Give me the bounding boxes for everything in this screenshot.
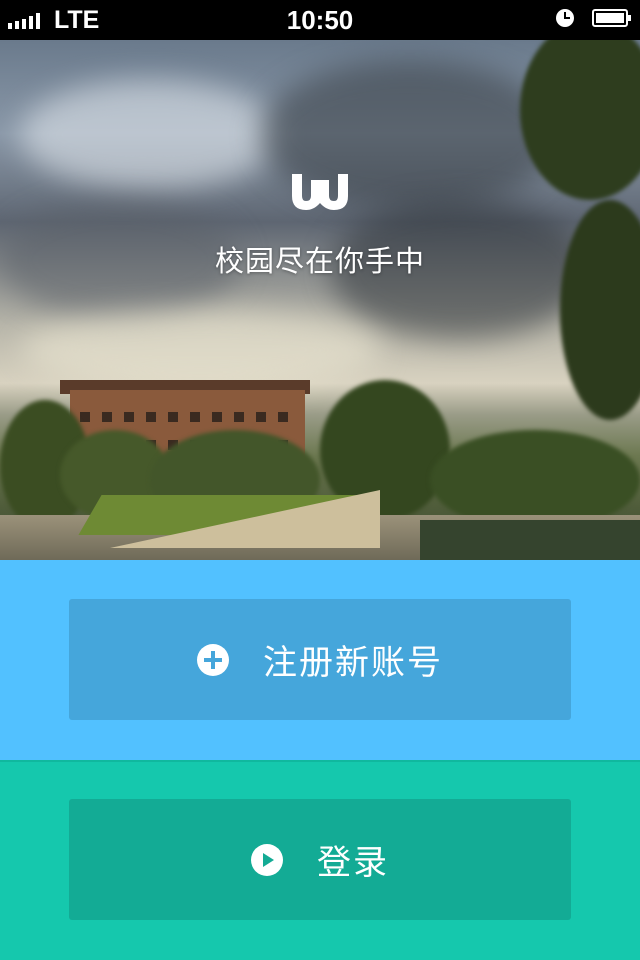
login-section: 登录 bbox=[0, 760, 640, 960]
cloud bbox=[20, 80, 280, 190]
plus-circle-icon bbox=[197, 643, 229, 676]
cloud bbox=[20, 310, 380, 390]
campus-hero-image: 校园尽在你手中 bbox=[0, 40, 640, 560]
login-button[interactable]: 登录 bbox=[69, 799, 571, 920]
tree bbox=[520, 40, 640, 200]
tagline: 校园尽在你手中 bbox=[214, 244, 425, 278]
app-screen: LTE 10:50 校园尽在你手中 注册新账号 登录 bbox=[0, 0, 640, 960]
pond bbox=[420, 520, 640, 560]
alarm-icon bbox=[556, 9, 574, 27]
tree bbox=[560, 200, 640, 420]
register-section: 注册新账号 bbox=[0, 560, 640, 760]
building-windows bbox=[80, 412, 295, 422]
status-time: 10:50 bbox=[286, 5, 354, 35]
play-circle-icon bbox=[251, 843, 283, 876]
login-button-label: 登录 bbox=[317, 843, 389, 883]
status-bar: LTE 10:50 bbox=[0, 0, 640, 40]
w-logo-icon bbox=[292, 174, 348, 210]
register-button[interactable]: 注册新账号 bbox=[69, 599, 571, 720]
register-button-label: 注册新账号 bbox=[263, 643, 443, 683]
battery-icon bbox=[592, 9, 631, 27]
